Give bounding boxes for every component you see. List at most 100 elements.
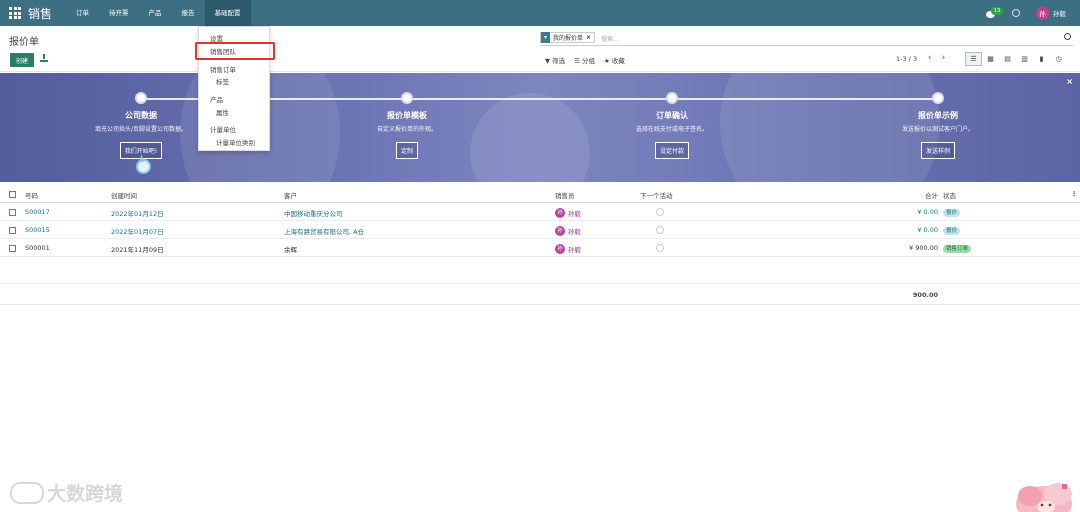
step-title: 订单确认	[656, 111, 688, 120]
dropdown-header-uom: 计量单位	[210, 126, 236, 134]
step-button[interactable]: 设定付款	[654, 142, 689, 159]
search-icon[interactable]	[1064, 33, 1071, 40]
row-checkbox[interactable]	[9, 226, 16, 234]
table-footer-sum: 900.00	[0, 283, 1080, 305]
step-button[interactable]: 发送样例	[920, 142, 955, 159]
row-activity[interactable]	[640, 208, 664, 216]
calendar-view-icon[interactable]: ▤	[999, 52, 1016, 66]
sum-total: 900.00	[912, 291, 938, 299]
column-activity[interactable]: 下一个活动	[640, 190, 673, 200]
favorites-button[interactable]: ★ 收藏	[604, 55, 625, 65]
status-badge: 报价	[943, 227, 961, 235]
group-icon: ☰	[574, 57, 580, 65]
group-by-button[interactable]: ☰ 分组	[574, 55, 595, 65]
table-row[interactable]: S00017 2022年01月12日 中国移动重庆分公司 孙孙毅 ¥ 0.00 …	[0, 203, 1080, 221]
facet-label: 我的报价单	[553, 35, 584, 42]
star-icon: ★	[603, 57, 610, 65]
pager-value[interactable]: 1-3 / 3	[896, 55, 917, 63]
status-badge: 报价	[943, 209, 961, 217]
row-number: S00015	[25, 226, 50, 234]
app-brand[interactable]: 销售	[28, 5, 52, 22]
activity-clock-icon[interactable]	[656, 244, 664, 252]
column-created[interactable]: 创建时间	[111, 190, 137, 200]
row-activity[interactable]	[640, 244, 664, 252]
row-customer: 余辉	[284, 246, 297, 254]
search-options: ▼ 筛选 ☰ 分组 ★ 收藏	[545, 55, 625, 65]
table-row[interactable]: S00001 2021年11月09日 余辉 孙孙毅 ¥ 900.00 销售订单	[0, 239, 1080, 257]
row-activity[interactable]	[640, 226, 664, 234]
search-input[interactable]: 搜索...	[601, 34, 619, 43]
menu-reporting[interactable]: 报告	[172, 0, 205, 26]
filter-button[interactable]: ▼ 筛选	[545, 55, 565, 65]
highlight-box	[195, 42, 275, 60]
column-customer[interactable]: 客户	[284, 190, 297, 200]
salesperson-avatar: 孙	[555, 208, 565, 218]
remove-facet-icon[interactable]: ×	[586, 34, 594, 41]
pager-prev-icon[interactable]: ‹	[928, 54, 932, 63]
page-title: 报价单	[9, 37, 39, 48]
activity-clock-icon[interactable]	[1012, 9, 1020, 17]
user-name[interactable]: 孙毅	[1053, 8, 1066, 18]
pager-next-icon[interactable]: ›	[942, 54, 946, 63]
row-status: 销售订单	[943, 244, 972, 253]
row-salesperson: 孙孙毅	[555, 244, 581, 254]
menu-orders[interactable]: 订单	[66, 0, 99, 26]
row-checkbox[interactable]	[9, 244, 16, 252]
step-button[interactable]: 定制	[395, 142, 418, 159]
select-all-checkbox[interactable]	[9, 190, 16, 198]
step-description: 自定义报价单的外观。	[376, 126, 437, 133]
step-description: 选择在线支付或电子签名。	[635, 126, 708, 133]
funnel-icon: ▼	[545, 57, 550, 65]
step-dot	[932, 92, 944, 104]
dropdown-item-uom-categories[interactable]: 计量单位类别	[216, 137, 255, 147]
app-menu-icon[interactable]	[9, 6, 23, 20]
step-description: 发送报价以测试客户门户。	[901, 126, 974, 133]
row-checkbox[interactable]	[9, 208, 16, 216]
step-sample-quotation: 报价单示例 发送报价以测试客户门户。 发送样例	[838, 92, 1038, 159]
row-created: 2022年01月07日	[111, 228, 164, 236]
optional-columns-icon[interactable]: ⋮	[1071, 190, 1078, 198]
watermark: 大数跨境	[10, 479, 123, 506]
column-number[interactable]: 号码	[25, 190, 38, 200]
list-view-icon[interactable]: ☰	[965, 52, 982, 66]
menu-configuration[interactable]: 基础配置	[204, 0, 251, 26]
row-total: ¥ 900.00	[909, 244, 938, 252]
salesperson-name: 孙毅	[568, 246, 581, 254]
watermark-text: 大数跨境	[47, 483, 124, 505]
salesperson-avatar: 孙	[555, 244, 565, 254]
row-salesperson: 孙孙毅	[555, 226, 581, 236]
user-avatar[interactable]: 孙	[1036, 6, 1049, 20]
column-total[interactable]: 合计	[880, 190, 938, 200]
salesperson-name: 孙毅	[568, 228, 581, 236]
banner-close-icon[interactable]: ×	[1066, 77, 1073, 86]
menu-products[interactable]: 产品	[139, 0, 172, 26]
row-customer: 上海有路贸易有限公司, A仓	[284, 228, 365, 236]
column-status[interactable]: 状态	[943, 190, 956, 200]
step-quotation-template: 报价单模板 自定义报价单的外观。 定制	[307, 92, 507, 159]
chat-icon[interactable]: 13	[986, 7, 1004, 18]
pivot-view-icon[interactable]: ▥	[1016, 52, 1033, 66]
salesperson-avatar: 孙	[555, 226, 565, 236]
download-icon[interactable]	[40, 54, 48, 63]
step-title: 报价单示例	[918, 111, 958, 120]
row-created: 2021年11月09日	[111, 246, 164, 254]
dropdown-item-attributes[interactable]: 属性	[216, 107, 229, 117]
dropdown-header-products: 产品	[210, 96, 223, 104]
create-button[interactable]: 创建	[10, 53, 34, 67]
menu-to-invoice[interactable]: 待开票	[99, 0, 139, 26]
column-salesperson[interactable]: 销售员	[555, 190, 575, 200]
search-facet[interactable]: ▾ 我的报价单 ×	[540, 32, 596, 43]
step-dot	[401, 92, 413, 104]
activity-clock-icon[interactable]	[656, 208, 664, 216]
row-number: S00017	[25, 208, 50, 216]
favorite-label: 收藏	[611, 57, 625, 65]
dropdown-item-tags[interactable]: 标签	[216, 76, 229, 86]
chat-count-badge: 13	[991, 7, 1004, 15]
step-title: 报价单模板	[387, 111, 427, 120]
table-row[interactable]: S00015 2022年01月07日 上海有路贸易有限公司, A仓 孙孙毅 ¥ …	[0, 221, 1080, 239]
activity-view-icon[interactable]: ◷	[1050, 52, 1067, 66]
activity-clock-icon[interactable]	[656, 226, 664, 234]
graph-view-icon[interactable]: ▮	[1033, 52, 1050, 66]
row-created: 2022年01月12日	[111, 210, 164, 218]
kanban-view-icon[interactable]: ▦	[982, 52, 999, 66]
